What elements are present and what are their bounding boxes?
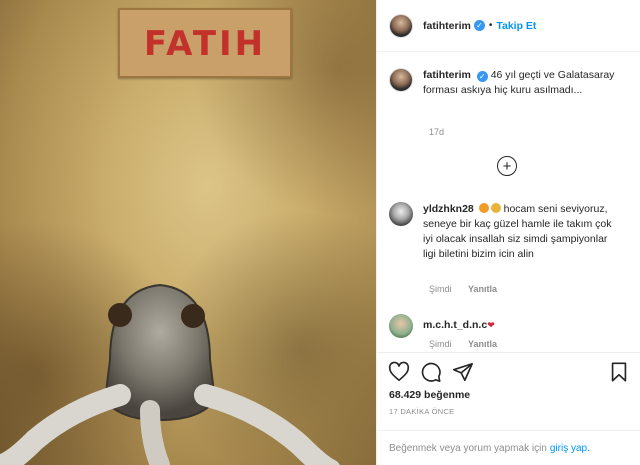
like-count[interactable]: 68.429 beğenme — [389, 389, 470, 401]
caption-username[interactable]: fatihterim — [423, 69, 471, 81]
caption-text: fatihterim ✓ 46 yıl geçti ve Galatasaray… — [423, 68, 623, 98]
comment-text: m.c.h.t_d.n.c❤ — [423, 314, 623, 338]
lion-emoji-icon — [490, 203, 501, 213]
share-icon[interactable] — [452, 361, 474, 383]
coat-hook-image — [0, 283, 340, 465]
comment-time: Şimdi — [429, 284, 452, 294]
fire-emoji-icon — [478, 203, 489, 213]
verified-badge-icon: ✓ — [476, 71, 488, 82]
comment-text: yldzhkn28 hocam seni seviyoruz, seneye b… — [423, 202, 623, 262]
post-caption: fatihterim ✓ 46 yıl geçti ve Galatasaray… — [389, 68, 633, 98]
instagram-post: FATIH fatihterim ✓ • Takip Et fatihterim… — [0, 0, 640, 465]
bookmark-icon[interactable] — [608, 361, 630, 383]
commenter-username[interactable]: m.c.h.t_d.n.c — [423, 319, 487, 331]
login-link[interactable]: giriş yap. — [550, 443, 590, 454]
action-bar — [377, 352, 640, 390]
caption-avatar[interactable] — [389, 68, 413, 92]
heart-icon[interactable] — [388, 361, 410, 383]
comment-item: yldzhkn28 hocam seni seviyoruz, seneye b… — [389, 202, 633, 262]
author-username[interactable]: fatihterim — [423, 20, 471, 32]
commenter-username[interactable]: yldzhkn28 — [423, 203, 474, 215]
post-sidebar: fatihterim ✓ • Takip Et fatihterim ✓ 46 … — [376, 0, 640, 465]
reply-button[interactable]: Yanıtla — [468, 284, 497, 294]
comment-meta: Şimdi Yanıtla — [429, 284, 497, 294]
comment-icon[interactable] — [420, 361, 442, 383]
verified-badge-icon: ✓ — [473, 20, 485, 31]
commenter-avatar[interactable] — [389, 202, 413, 226]
post-timestamp: 17 DAKİKA ÖNCE — [389, 407, 455, 416]
caption-age: 17d — [429, 127, 445, 137]
comment-time: Şimdi — [429, 339, 452, 349]
load-more-comments-icon[interactable]: + — [497, 156, 517, 176]
post-header: fatihterim ✓ • Takip Et — [377, 0, 640, 52]
separator-dot: • — [488, 20, 493, 31]
login-prompt: Beğenmek veya yorum yapmak için giriş ya… — [377, 430, 640, 465]
login-prompt-text: Beğenmek veya yorum yapmak için — [389, 442, 547, 454]
post-photo[interactable]: FATIH — [0, 0, 376, 465]
reply-button[interactable]: Yanıtla — [468, 339, 497, 349]
heart-emoji-icon: ❤ — [487, 320, 495, 330]
follow-button[interactable]: Takip Et — [496, 20, 536, 32]
commenter-avatar[interactable] — [389, 314, 413, 338]
author-avatar[interactable] — [389, 13, 413, 38]
comment-item: m.c.h.t_d.n.c❤ — [389, 314, 633, 338]
comment-meta: Şimdi Yanıtla — [429, 339, 497, 349]
